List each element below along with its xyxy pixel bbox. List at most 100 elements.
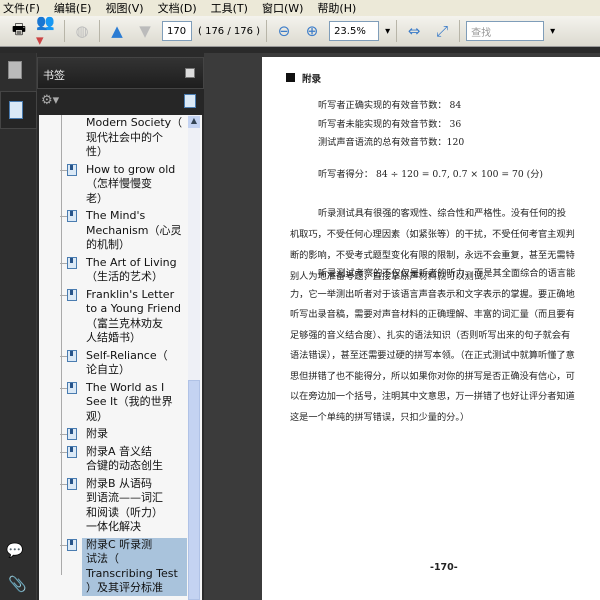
tree-connector [60, 434, 67, 435]
navigation-strip: 💬 📎 [0, 53, 37, 600]
tree-connector [60, 169, 67, 171]
bookmark-label: 观） [86, 409, 108, 423]
paragraph-line: 听录测试考察的不仅仅是听者的听力，而是其全面综合的语言能 [318, 268, 576, 279]
paragraph-line: 思但拼错了也不能得分，所以如果你对你的拼写是否正确没有信心，可 [290, 370, 575, 382]
globe-icon[interactable]: ◍ [71, 20, 93, 42]
separator [99, 20, 100, 42]
zoom-out-icon[interactable]: ⊖ [273, 20, 295, 42]
menu-help[interactable]: 帮助(H) [317, 0, 356, 16]
page-count: ( 176 / 176 ) [198, 25, 261, 37]
scrollbar-thumb[interactable] [188, 380, 200, 600]
search-input[interactable]: 查找 [466, 21, 545, 41]
bookmark-item[interactable]: Self-Reliance（ 论自立） [39, 349, 187, 378]
tree-connector [60, 262, 67, 264]
bookmark-label: Self-Reliance（ [86, 348, 168, 362]
bookmark-label: 的机制） [86, 238, 130, 251]
menu-tools[interactable]: 工具(T) [211, 0, 248, 16]
bookmark-label: The Mind's [86, 209, 146, 222]
pages-icon[interactable] [8, 61, 22, 79]
separator [396, 20, 398, 42]
bookmark-label: 试法（ [82, 552, 187, 567]
bookmark-label: ）及其评分标准 [82, 581, 187, 596]
paragraph-line: 力，它一举测出听者对于该语言声音表示和文字表示的掌握。要正确地 [290, 288, 575, 300]
bookmark-icon [67, 428, 77, 440]
bookmark-label: How to grow old [86, 162, 176, 176]
bookmark-label: 现代社会中的个 [86, 130, 163, 144]
paragraph-line: 这是一个单纯的拼写错误，只扣少量的分。） [290, 411, 470, 423]
paragraph-line: 断的影响，不受考式题型变化有限的限制，永远不会重复，甚至无需特 [290, 250, 575, 261]
menu-document[interactable]: 文档(D) [158, 0, 197, 16]
print-icon[interactable]: 🖶 [8, 20, 30, 42]
zoom-in-icon[interactable]: ⊕ [301, 20, 323, 42]
bookmark-label: 论自立） [86, 363, 130, 376]
bookmark-label: 附录 [86, 427, 108, 440]
bookmark-label: 人结婚书） [86, 331, 141, 344]
tree-connector [60, 294, 67, 296]
bookmark-item[interactable]: Modern Society（ 现代社会中的个 性） [39, 116, 187, 160]
paragraph-line: 机取巧，不受任何心理因素（如紧张等）的干扰，不受任何考官主观判 [290, 229, 575, 240]
scroll-up-button[interactable]: ▲ [188, 116, 200, 128]
collapse-panel-button[interactable] [185, 68, 195, 78]
options-gear-icon[interactable]: ⚙▾ [41, 93, 59, 108]
paragraph-line: 听写出录音稿，需要对声音材料的正确理解、丰富的词汇量（而且要有 [290, 309, 575, 320]
bookmark-label: Modern Society（ [86, 116, 183, 129]
toolbar: 🖶 👥▾ ◍ ▲ ▼ 170 ( 176 / 176 ) ⊖ ⊕ 23.5% ▾… [0, 13, 600, 49]
menu-window[interactable]: 窗口(W) [262, 0, 303, 16]
bookmark-label: （怎样慢慢变 [86, 177, 152, 190]
bookmark-label: The Art of Living [86, 255, 177, 269]
menu-edit[interactable]: 编辑(E) [54, 0, 92, 16]
menu-view[interactable]: 视图(V) [105, 0, 143, 16]
bookmark-item[interactable]: The Art of Living （生活的艺术） [39, 256, 187, 285]
bookmark-label: 性） [86, 145, 108, 158]
bookmark-label: 附录C 听录测 [82, 537, 187, 552]
bookmark-label: Mechanism（心灵 [86, 223, 182, 237]
bookmark-item[interactable]: 附录C 听录测 试法（ Transcribing Test ）及其评分标准 [39, 537, 187, 596]
bookmark-label: 到语流——词汇 [86, 491, 163, 504]
paragraph-line: 听录测试具有很强的客观性、综合性和严格性。没有任何的投 [318, 208, 567, 219]
bookmark-item[interactable]: Franklin's Letter to a Young Friend （富兰克林劝… [39, 288, 187, 346]
bookmark-item[interactable]: The Mind's Mechanism（心灵 的机制） [39, 209, 187, 253]
stat-line: 听写者未能实现的有效音节数： 36 [318, 118, 462, 130]
scrollbar[interactable]: ▲ [188, 115, 200, 600]
document-page: 附录 听写者正确实现的有效音节数： 84 听写者未能实现的有效音节数： 36 测试声… [262, 57, 600, 600]
bookmark-label: Transcribing Test [82, 566, 187, 581]
menu-file[interactable]: 文件(F) [3, 0, 40, 16]
page-header: 附录 [302, 74, 322, 85]
bookmark-item[interactable]: 附录A 音义结 合键的动态创生 [39, 445, 187, 474]
collaborate-icon[interactable]: 👥▾ [36, 13, 58, 49]
page-number-input[interactable]: 170 [162, 21, 192, 41]
search-dropdown-icon[interactable]: ▾ [550, 26, 555, 37]
section-marker-icon [286, 73, 295, 82]
comments-icon[interactable]: 💬 [6, 543, 23, 559]
zoom-dropdown-icon[interactable]: ▾ [385, 26, 390, 37]
bookmarks-icon[interactable] [0, 91, 37, 129]
bookmark-item[interactable]: 附录B 从语码 到语流——词汇 和阅读（听力） 一体化解决 [39, 477, 187, 535]
menu-bar: 文件(F) 编辑(E) 视图(V) 文档(D) 工具(T) 窗口(W) 帮助(H… [0, 0, 600, 16]
zoom-input[interactable]: 23.5% [329, 21, 380, 41]
tree-connector [60, 483, 67, 485]
fit-page-icon[interactable]: ⤢ [431, 20, 453, 42]
panel-title: 书签 [43, 69, 65, 82]
fit-width-icon[interactable]: ⇔ [403, 20, 425, 42]
bookmark-icon [67, 256, 77, 269]
bookmark-item[interactable]: How to grow old （怎样慢慢变 老） [39, 163, 187, 207]
attachments-icon[interactable]: 📎 [8, 575, 27, 593]
panel-toolbar: ⚙▾ [37, 89, 204, 115]
tree-connector [60, 355, 67, 357]
panel-header: 书签 [37, 57, 204, 89]
tree-connector [60, 451, 67, 453]
paragraph-line: 以在旁边加一个括号，注明其中文意思，万一拼错了也好让评分者知道 [290, 391, 575, 402]
tree-connector [60, 544, 67, 546]
bookmark-item[interactable]: 附录 [39, 427, 187, 442]
bookmark-label: Franklin's Letter [86, 287, 175, 301]
expand-bookmark-icon[interactable] [184, 94, 196, 108]
next-page-icon[interactable]: ▼ [134, 20, 156, 42]
stat-line: 听写者正确实现的有效音节数： 84 [318, 100, 462, 111]
bookmark-item[interactable]: The World as I See It（我的世界 观） [39, 381, 187, 425]
tree-connector [60, 216, 67, 217]
paragraph-line: 足够强的音义结合度）、扎实的语法知识（否则听写出来的句子就会有 [290, 329, 571, 341]
previous-page-icon[interactable]: ▲ [106, 20, 128, 42]
bookmark-icon [67, 163, 77, 176]
bookmark-list: Modern Society（ 现代社会中的个 性） How to grow old… [39, 115, 202, 600]
bookmark-icon [67, 538, 77, 551]
